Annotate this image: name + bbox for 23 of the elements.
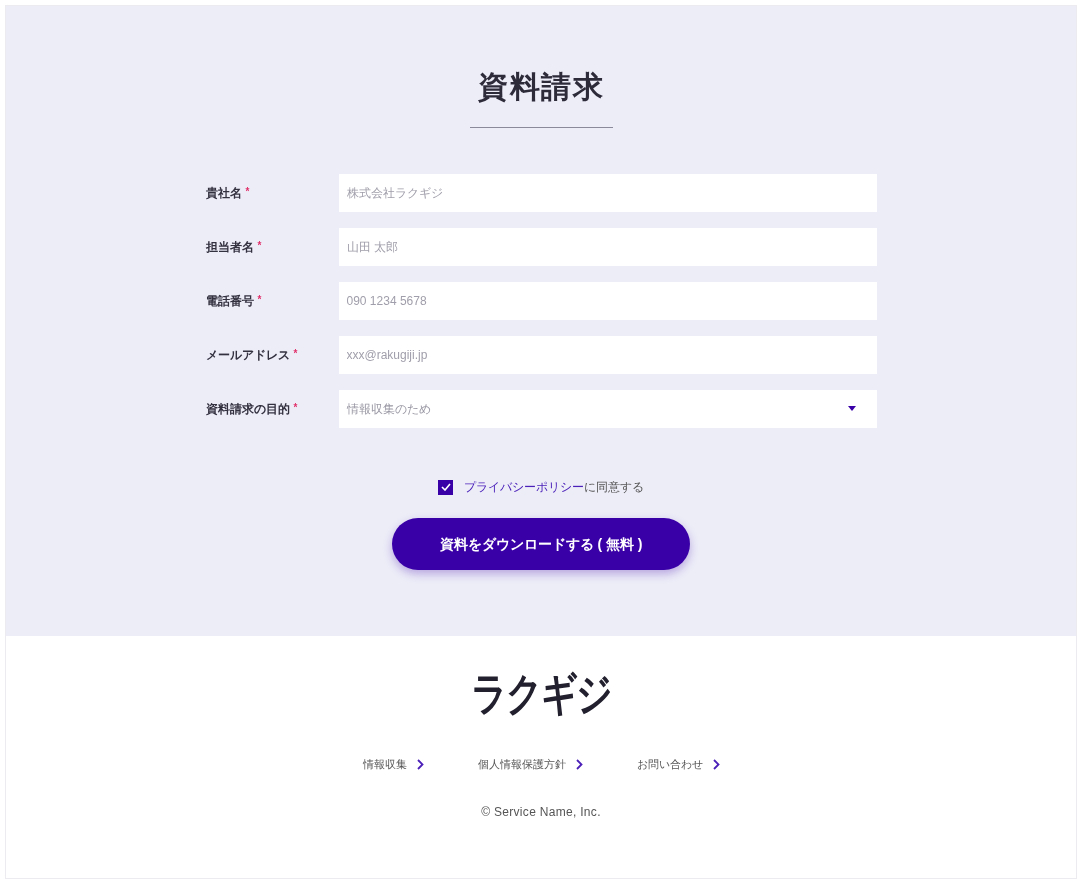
privacy-policy-link[interactable]: プライバシーポリシー xyxy=(464,478,584,496)
text-field[interactable]: 株式会社ラクギジ xyxy=(338,174,877,212)
field-label: メールアドレス * xyxy=(205,347,299,364)
download-button[interactable]: 資料をダウンロードする ( 無料 ) xyxy=(392,518,690,570)
text-field[interactable]: 山田 太郎 xyxy=(338,228,877,266)
chevron-right-icon xyxy=(575,758,583,770)
text-field[interactable]: 090 1234 5678 xyxy=(338,282,877,320)
consent-text: に同意する xyxy=(584,479,644,496)
consent-checkbox[interactable] xyxy=(438,479,453,495)
chevron-right-icon xyxy=(712,758,720,770)
page-title: 資料請求 xyxy=(478,69,604,105)
footer-link[interactable]: 個人情報保護方針 xyxy=(477,756,583,773)
field-label: 資料請求の目的 * xyxy=(205,401,299,418)
chevron-right-icon xyxy=(416,758,424,770)
footer-link[interactable]: 情報収集 xyxy=(362,756,424,773)
footer-link[interactable]: お問い合わせ xyxy=(636,756,720,773)
copyright: © Service Name, Inc. xyxy=(481,803,601,821)
logo: ラクギジ xyxy=(471,671,611,717)
field-label: 担当者名 * xyxy=(205,239,263,256)
field-label: 貴社名 * xyxy=(205,185,251,202)
field-label: 電話番号 * xyxy=(205,293,263,310)
text-field[interactable]: xxx@rakugiji.jp xyxy=(338,336,877,374)
dropdown-caret-icon xyxy=(846,406,857,412)
